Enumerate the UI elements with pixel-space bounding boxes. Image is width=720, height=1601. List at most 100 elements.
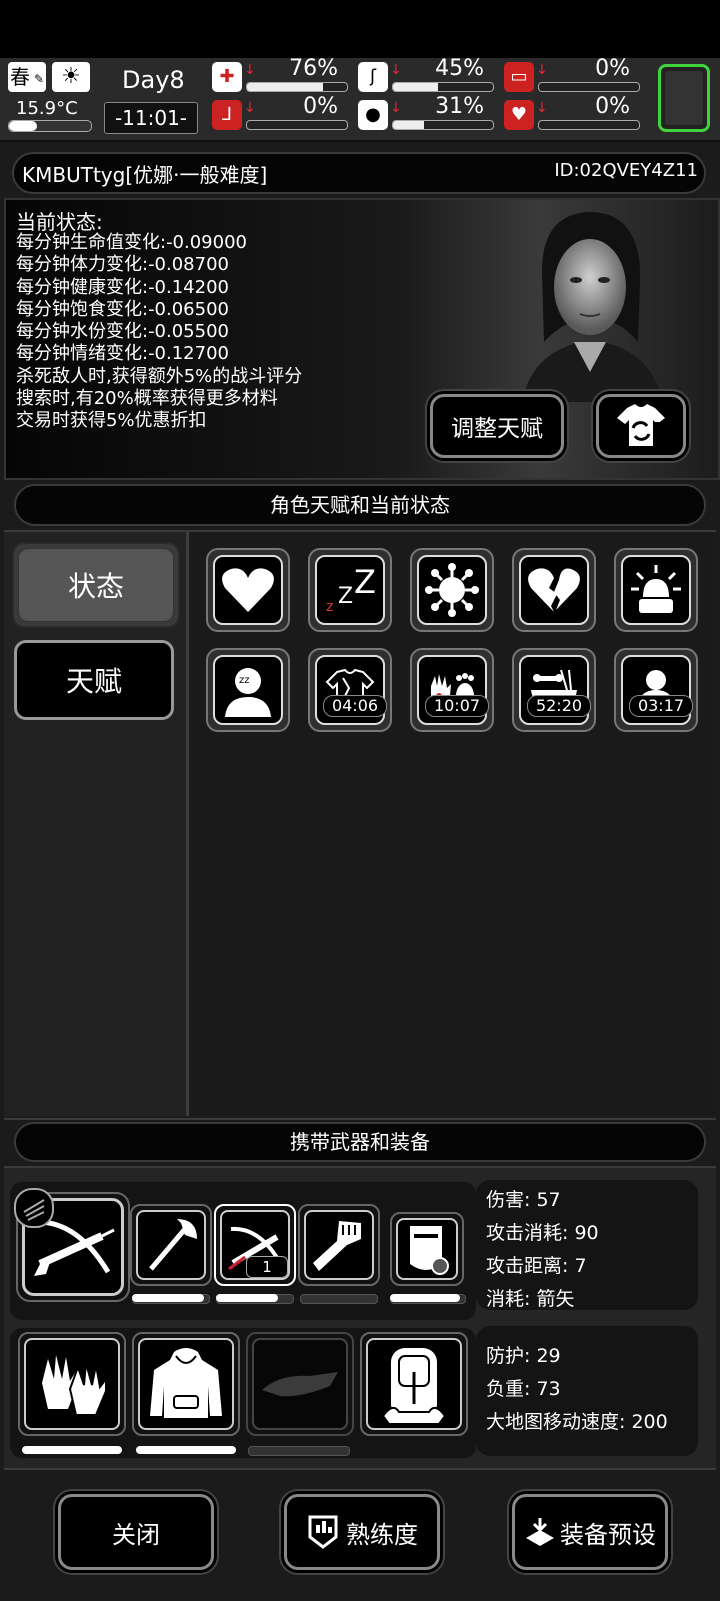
close-label: 关闭 [112,1520,160,1549]
hit-indicator-icon [14,1188,54,1228]
thermometer-bar [8,120,92,132]
tab-status[interactable]: 状态 [12,542,180,628]
profile-bar: KMBUTtyg[优娜·一般难度] ID:02QVEY4Z11 [12,152,706,194]
top-black-bar [0,0,720,58]
health-value: 76% [289,56,338,81]
alarm-siren-icon [631,565,681,613]
status-tile-heart[interactable] [206,548,290,632]
weapon-stats-list: 伤害: 57 攻击消耗: 90 攻击距离: 7 消耗: 箭矢 [486,1184,698,1316]
status-tile-food[interactable]: 52:20 [512,648,596,732]
status-line: 每分钟情绪变化:-0.12700 [16,343,229,365]
water-drop-icon: ● [358,100,388,130]
status-indicator[interactable] [658,64,710,132]
status-tile-virus[interactable] [410,548,494,632]
stat-decrease-arrow-icon: ↓ [390,100,402,116]
status-tile-alarm[interactable] [614,548,698,632]
sleepy-person-icon: zz [225,668,271,717]
weapon-stats-panel: 伤害: 57 攻击消耗: 90 攻击距离: 7 消耗: 箭矢 [476,1180,698,1310]
fist-icon [313,1221,361,1271]
change-outfit-button[interactable] [596,394,686,458]
weapon-stat-line: 攻击距离: 7 [486,1255,587,1277]
talent-section-header: 角色天赋和当前状态 [14,484,706,526]
feather-icon: ✎ [33,72,44,86]
equipment-preset-button[interactable]: 装备预设 [512,1494,668,1570]
svg-text:Z: Z [338,584,353,609]
gear-stats-panel: 防护: 29 负重: 73 大地图移动速度: 200 [476,1326,698,1456]
weapon-stat-line: 消耗: 箭矢 [486,1288,575,1310]
bolt-durability-bar [216,1294,278,1302]
gear-stat-line: 防护: 29 [486,1345,561,1367]
status-tile-sick[interactable]: 03:17 [614,648,698,732]
status-tile-sleep[interactable]: z Z Z [308,548,392,632]
proficiency-button[interactable]: 熟练度 [284,1494,440,1570]
stat-decrease-arrow-icon: ↓ [390,62,402,78]
health-bar [246,82,348,92]
gear-slot-hoodie[interactable] [132,1332,240,1436]
stat-decrease-arrow-icon: ↓ [244,100,256,116]
weapon-slot-shield[interactable] [390,1212,464,1286]
weapon-slot-bolt[interactable]: 1 [214,1204,296,1286]
sun-icon: ☀ [52,62,90,92]
tab-talent-label: 天赋 [65,665,122,698]
status-title: 当前状态: [16,210,103,234]
gear-slot-backpack[interactable] [360,1332,468,1436]
adjust-talent-button[interactable]: 调整天赋 [430,394,564,458]
medkit-icon: ✚ [212,62,242,92]
stomach-icon: ʃ [358,62,388,92]
injury-value: 0% [303,94,338,119]
leg-icon: ⅃ [212,100,242,130]
proficiency-label: 熟练度 [346,1520,418,1549]
gear-stats-list: 防护: 29 负重: 73 大地图移动速度: 200 [486,1340,698,1439]
gear-slot-cap[interactable] [246,1332,354,1436]
gear-slot-gloves[interactable] [18,1332,126,1436]
stat-decrease-arrow-icon: ↓ [536,100,548,116]
torn-clothes-timer: 04:06 [323,695,387,717]
tab-status-label: 状态 [67,570,124,603]
status-panel: 当前状态: 每分钟生命值变化:-0.09000 每分钟体力变化:-0.08700 每… [4,198,720,480]
thirst-bar [392,120,494,130]
stat-decrease-arrow-icon: ↓ [536,62,548,78]
bolt-count-badge: 1 [246,1256,288,1278]
status-tile-torn-clothes[interactable]: 04:06 [308,648,392,732]
food-timer: 52:20 [527,695,591,717]
axe-icon [149,1219,197,1271]
cap-durability-bg [248,1446,350,1456]
status-line: 每分钟健康变化:-0.14200 [16,276,229,298]
thirst-value: 31% [435,94,484,119]
status-line: 每分钟生命值变化:-0.09000 [16,232,247,253]
infection-bar [538,82,640,92]
weapon-slot-fist[interactable] [298,1204,380,1286]
adjust-talent-label: 调整天赋 [451,416,543,442]
virus-icon [425,563,479,617]
season-label: 春 [10,65,30,89]
temperature-label: 15.9°C [16,98,78,119]
time-label: -11:01- [114,106,188,130]
gloves-durability-bar [22,1446,122,1454]
sleep-zzz-icon: z Z Z [326,565,376,615]
backpack-icon [381,1348,447,1425]
shield-durability-bar [390,1294,460,1302]
status-line: 每分钟饱食变化:-0.06500 [16,298,229,320]
season-badge: 春 ✎ [8,62,46,92]
talent-tile-grid: z Z Z zz 04:06 10:07 52:20 03:17 [190,532,716,1116]
axe-durability-bar [132,1294,204,1302]
status-tile-broken-heart[interactable] [512,548,596,632]
close-button[interactable]: 关闭 [58,1494,214,1570]
heart-icon: ♥ [504,100,534,130]
heart-value: 0% [595,94,630,119]
status-line: 每分钟水份变化:-0.05500 [16,321,229,343]
hoodie-icon [150,1348,222,1418]
svg-text:zz: zz [239,675,250,686]
gear-stat-line: 大地图移动速度: 200 [486,1411,668,1433]
player-name: KMBUTtyg[优娜·一般难度] [22,163,268,187]
hunger-value: 45% [435,56,484,81]
infection-value: 0% [595,56,630,81]
status-line: 交易时获得5%优惠折扣 [16,410,207,432]
svg-text:Z: Z [354,565,376,601]
status-lines: 每分钟生命值变化:-0.09000 每分钟体力变化:-0.08700 每分钟健康变化… [16,232,302,433]
status-tile-dirty[interactable]: 10:07 [410,648,494,732]
status-tile-sleepy[interactable]: zz [206,648,290,732]
tab-talent[interactable]: 天赋 [14,640,174,720]
proficiency-icon [308,1515,338,1549]
weapon-slot-axe[interactable] [130,1204,212,1286]
